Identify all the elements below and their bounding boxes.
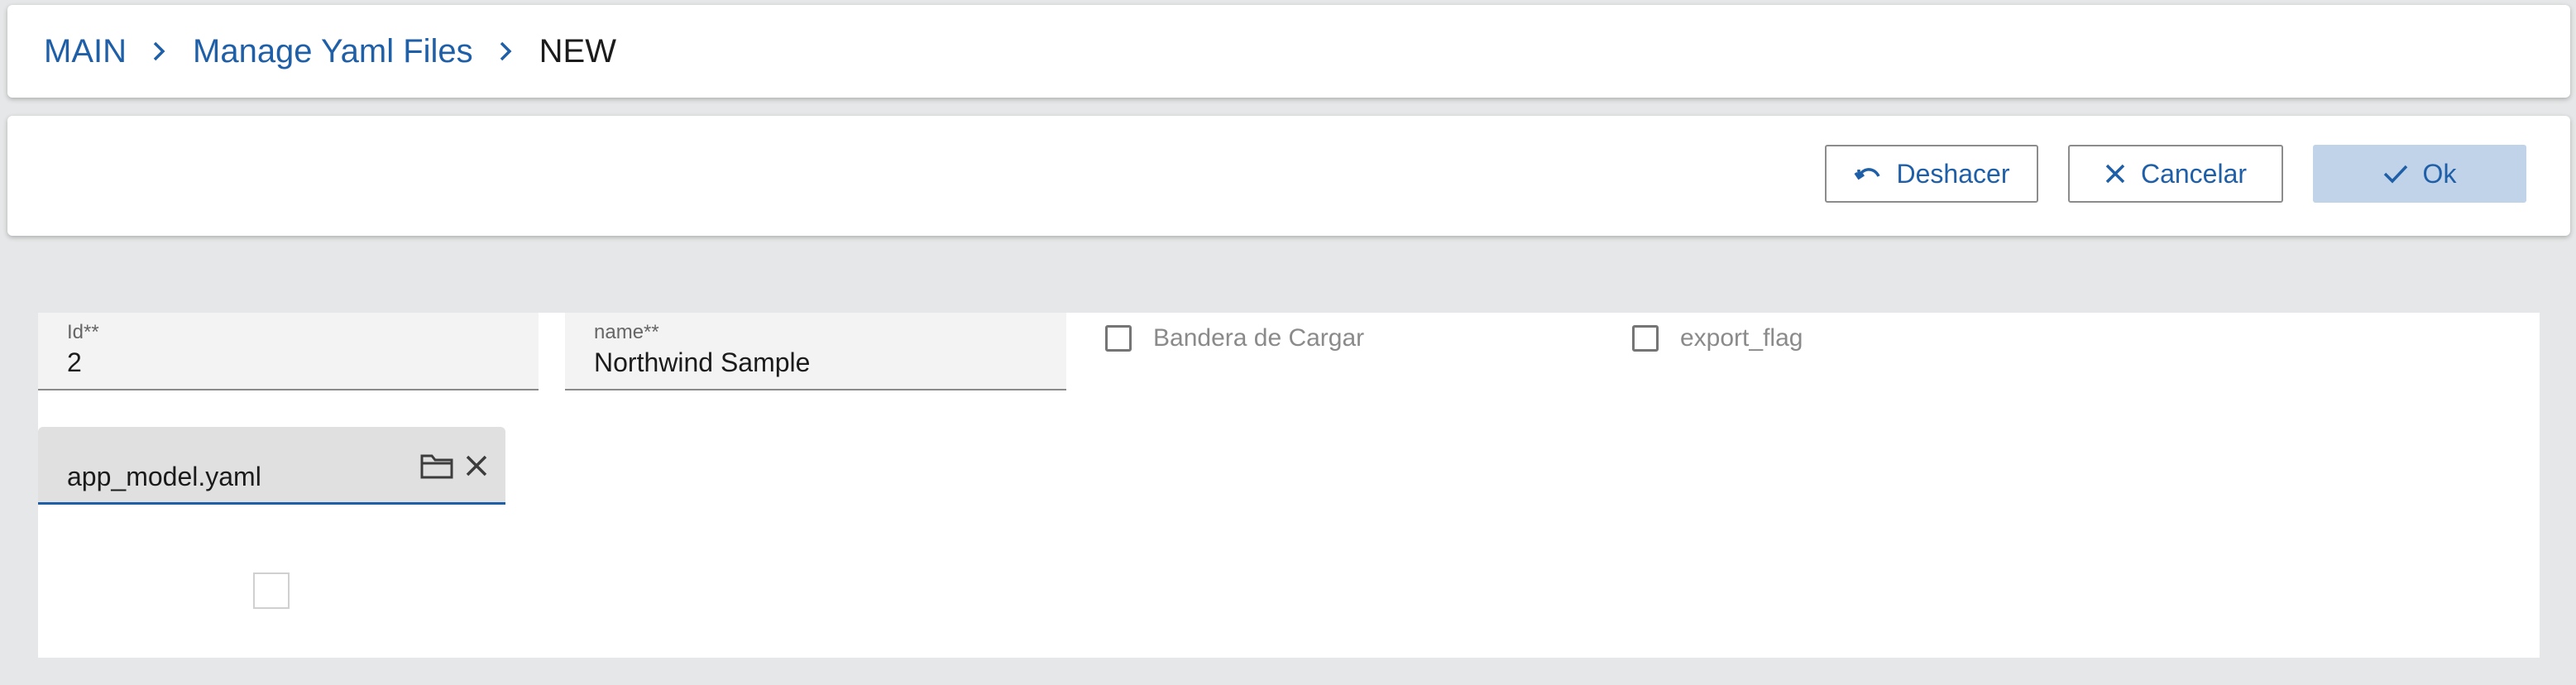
load-flag-checkbox[interactable]	[1105, 325, 1132, 352]
name-field[interactable]: name** Northwind Sample	[565, 313, 1066, 390]
chevron-right-icon	[127, 35, 193, 68]
breadcrumb-link-manage-yaml-files[interactable]: Manage Yaml Files	[193, 33, 473, 70]
id-field-value[interactable]: 2	[67, 347, 82, 378]
undo-icon	[1854, 168, 1880, 180]
ok-button[interactable]: Ok	[2313, 145, 2526, 203]
breadcrumb-current: NEW	[539, 32, 616, 69]
close-icon[interactable]	[458, 448, 495, 484]
file-preview-checkbox[interactable]	[253, 572, 290, 609]
breadcrumb: MAIN Manage Yaml Files NEW	[44, 5, 616, 98]
load-flag-label: Bandera de Cargar	[1153, 324, 1365, 352]
cancel-button[interactable]: Cancelar	[2068, 145, 2283, 203]
name-field-value[interactable]: Northwind Sample	[594, 347, 810, 378]
breadcrumb-link-main[interactable]: MAIN	[44, 33, 127, 70]
id-field[interactable]: Id** 2	[38, 313, 539, 390]
ok-button-label: Ok	[2422, 158, 2457, 189]
cancel-button-label: Cancelar	[2140, 158, 2248, 189]
file-upload-field[interactable]: app_model.yaml	[38, 427, 505, 505]
load-flag-checkbox-item[interactable]: Bandera de Cargar	[1105, 324, 1364, 352]
form-panel: Id** 2 name** Northwind Sample Bandera d…	[38, 313, 2540, 658]
check-icon	[2383, 165, 2407, 184]
export-flag-checkbox-item[interactable]: export_flag	[1632, 324, 1803, 352]
name-field-label: name**	[594, 321, 659, 343]
chevron-right-icon	[473, 35, 539, 68]
id-field-label: Id**	[67, 321, 99, 343]
folder-icon[interactable]	[419, 448, 455, 484]
export-flag-label: export_flag	[1680, 324, 1803, 352]
close-icon	[2105, 164, 2125, 184]
toolbar: Deshacer Cancelar Ok	[7, 116, 2570, 236]
undo-button[interactable]: Deshacer	[1825, 145, 2038, 203]
undo-button-label: Deshacer	[1896, 158, 2010, 189]
export-flag-checkbox[interactable]	[1632, 325, 1659, 352]
breadcrumb-bar: MAIN Manage Yaml Files NEW	[7, 5, 2570, 98]
file-name: app_model.yaml	[67, 462, 261, 491]
